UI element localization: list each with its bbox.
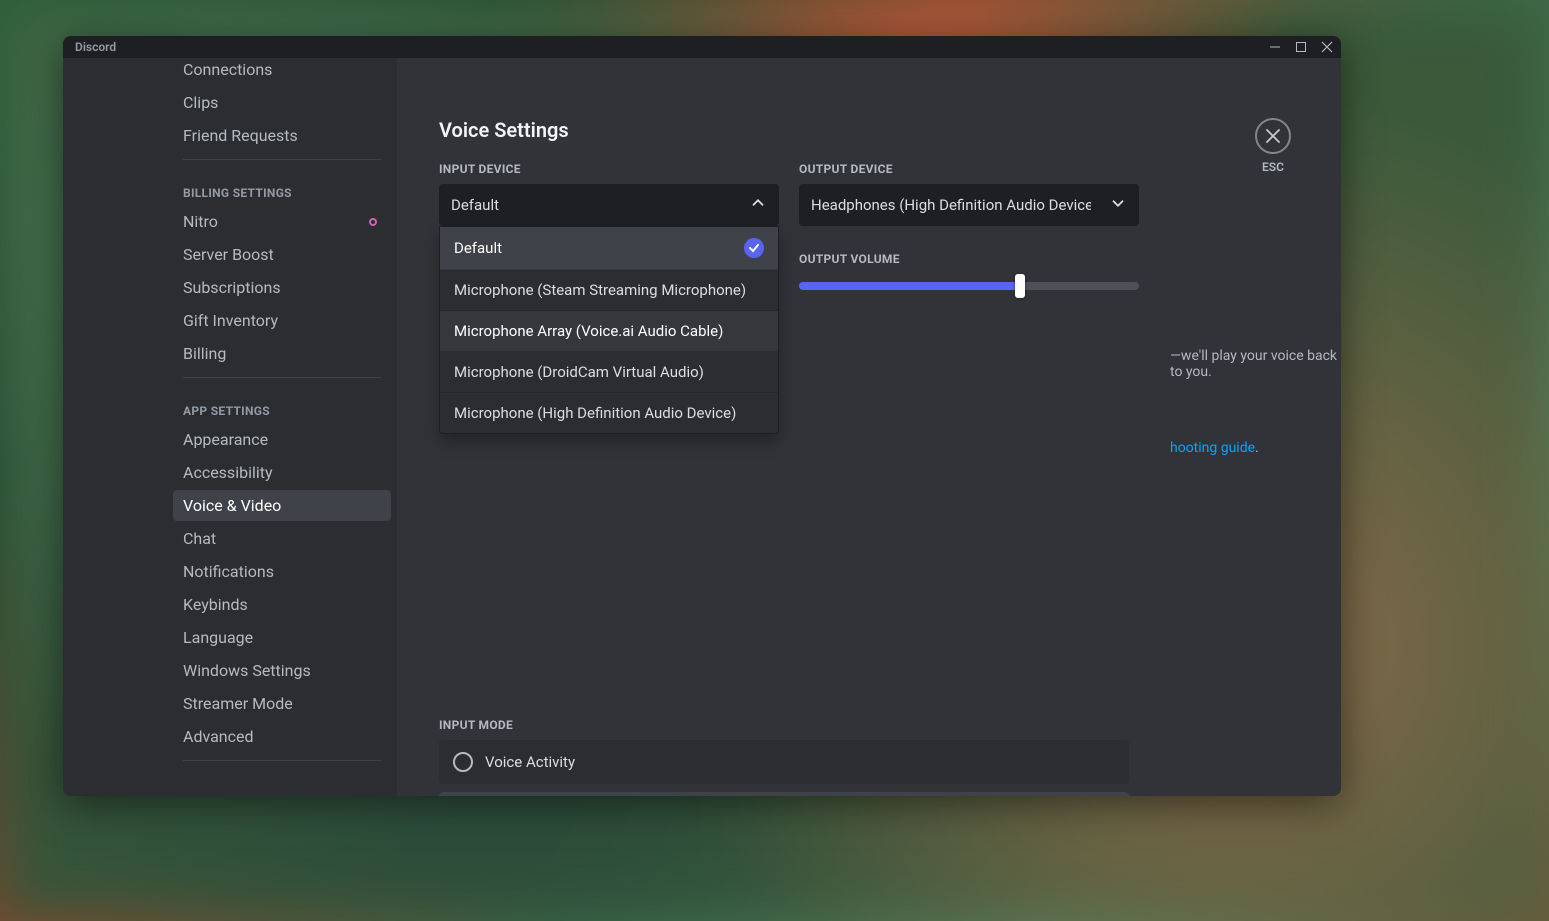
output-volume-label: OUTPUT VOLUME [799, 252, 1139, 266]
dropdown-option-droidcam[interactable]: Microphone (DroidCam Virtual Audio) [440, 352, 778, 393]
minimize-icon[interactable] [1269, 41, 1281, 53]
maximize-icon[interactable] [1295, 41, 1307, 53]
sidebar-item-label: Accessibility [183, 463, 273, 482]
sidebar-item-label: Chat [183, 529, 216, 548]
select-value: Headphones (High Definition Audio Device… [811, 196, 1091, 214]
input-mode-push-to-talk[interactable]: Push to Talk [439, 792, 1129, 796]
page-title: Voice Settings [439, 118, 1301, 142]
close-settings-button[interactable] [1255, 118, 1291, 154]
divider [183, 377, 381, 378]
sidebar-item-label: Subscriptions [183, 278, 281, 297]
settings-sidebar: Connections Clips Friend Requests BILLIN… [63, 58, 397, 796]
sidebar-item-voice-video[interactable]: Voice & Video [173, 490, 391, 521]
sidebar-item-billing[interactable]: Billing [173, 338, 391, 369]
radio-label: Voice Activity [485, 753, 575, 771]
sidebar-item-accessibility[interactable]: Accessibility [173, 457, 391, 488]
app-title: Discord [75, 40, 116, 54]
input-mode-voice-activity[interactable]: Voice Activity [439, 740, 1129, 784]
sidebar-item-label: Connections [183, 60, 272, 79]
close-icon[interactable] [1321, 41, 1333, 53]
discord-window: Discord Connections Clips Friend Request… [63, 36, 1341, 796]
slider-thumb[interactable] [1015, 274, 1025, 298]
sidebar-item-friend-requests[interactable]: Friend Requests [173, 120, 391, 151]
chevron-down-icon [1109, 194, 1127, 216]
esc-label: ESC [1262, 160, 1284, 174]
sidebar-item-label: Appearance [183, 430, 268, 449]
troubleshoot-link[interactable]: hooting guide [1170, 440, 1255, 456]
option-label: Microphone (Steam Streaming Microphone) [454, 281, 746, 299]
sidebar-item-nitro[interactable]: Nitro [173, 206, 391, 237]
sidebar-header-app: APP SETTINGS [173, 386, 391, 424]
sidebar-item-subscriptions[interactable]: Subscriptions [173, 272, 391, 303]
titlebar: Discord [63, 36, 1341, 58]
option-label: Microphone Array (Voice.ai Audio Cable) [454, 322, 723, 340]
option-label: Default [454, 239, 502, 257]
output-device-select[interactable]: Headphones (High Definition Audio Device… [799, 184, 1139, 226]
sidebar-item-appearance[interactable]: Appearance [173, 424, 391, 455]
troubleshoot-hint: hooting guide. [1170, 440, 1259, 456]
sidebar-item-label: Language [183, 628, 253, 647]
sidebar-item-language[interactable]: Language [173, 622, 391, 653]
sidebar-item-server-boost[interactable]: Server Boost [173, 239, 391, 270]
divider [183, 760, 381, 761]
sidebar-item-label: Clips [183, 93, 218, 112]
input-device-dropdown: Default Microphone (Steam Streaming Micr… [439, 226, 779, 434]
sidebar-item-notifications[interactable]: Notifications [173, 556, 391, 587]
sidebar-item-label: Server Boost [183, 245, 274, 264]
sidebar-item-label: Windows Settings [183, 661, 311, 680]
check-icon [744, 238, 764, 258]
sidebar-item-label: Billing [183, 344, 226, 363]
input-device-label: INPUT DEVICE [439, 162, 779, 176]
nitro-badge-icon [365, 214, 381, 230]
sidebar-item-label: Nitro [183, 212, 218, 231]
sidebar-item-clips[interactable]: Clips [173, 87, 391, 118]
text: . [1255, 440, 1259, 456]
input-level-meter [1170, 396, 1306, 414]
sidebar-header-billing: BILLING SETTINGS [173, 168, 391, 206]
output-volume-slider[interactable] [799, 274, 1139, 298]
select-value: Default [451, 196, 499, 214]
dropdown-option-voiceai[interactable]: Microphone Array (Voice.ai Audio Cable) [440, 311, 778, 352]
sidebar-item-chat[interactable]: Chat [173, 523, 391, 554]
output-device-label: OUTPUT DEVICE [799, 162, 1139, 176]
sidebar-item-streamer-mode[interactable]: Streamer Mode [173, 688, 391, 719]
sidebar-item-windows-settings[interactable]: Windows Settings [173, 655, 391, 686]
sidebar-item-connections[interactable]: Connections [173, 58, 391, 85]
radio-icon [453, 752, 473, 772]
sidebar-item-label: Streamer Mode [183, 694, 293, 713]
sidebar-item-label: Friend Requests [183, 126, 298, 145]
input-device-select[interactable]: Default Default [439, 184, 779, 226]
sidebar-item-label: Gift Inventory [183, 311, 278, 330]
mic-test-hint-partial: —we'll play your voice back to you. [1170, 348, 1341, 380]
option-label: Microphone (DroidCam Virtual Audio) [454, 363, 704, 381]
sidebar-item-label: Voice & Video [183, 496, 281, 515]
sidebar-item-advanced[interactable]: Advanced [173, 721, 391, 752]
sidebar-item-label: Advanced [183, 727, 254, 746]
input-mode-label: INPUT MODE [439, 718, 1129, 732]
option-label: Microphone (High Definition Audio Device… [454, 404, 736, 422]
sidebar-item-gift-inventory[interactable]: Gift Inventory [173, 305, 391, 336]
sidebar-item-label: Notifications [183, 562, 274, 581]
sidebar-item-label: Keybinds [183, 595, 248, 614]
divider [183, 159, 381, 160]
dropdown-option-hd-audio[interactable]: Microphone (High Definition Audio Device… [440, 393, 778, 433]
dropdown-option-default[interactable]: Default [440, 227, 778, 270]
chevron-up-icon [749, 194, 767, 216]
sidebar-item-keybinds[interactable]: Keybinds [173, 589, 391, 620]
settings-main: ESC Voice Settings INPUT DEVICE Default [397, 58, 1341, 796]
dropdown-option-steam-mic[interactable]: Microphone (Steam Streaming Microphone) [440, 270, 778, 311]
